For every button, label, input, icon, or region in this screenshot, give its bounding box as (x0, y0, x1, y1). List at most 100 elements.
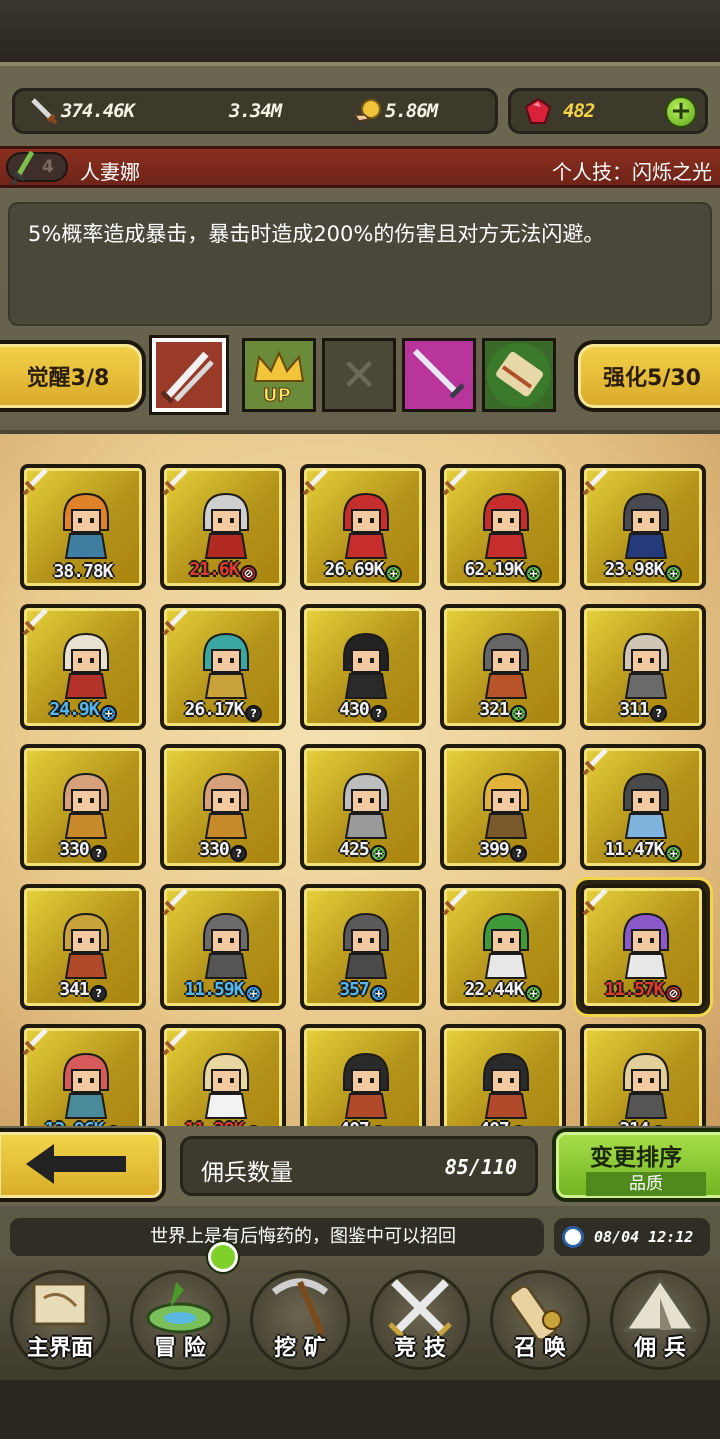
mercenary-card[interactable]: 330? (20, 744, 146, 870)
status-badge: ? (369, 705, 387, 722)
mercenary-portrait (483, 772, 529, 839)
hero-name-bar: 4 人妻娜 个人技：闪烁之光 (0, 146, 720, 188)
mercenary-card[interactable]: 11.47K + (580, 744, 706, 870)
add-gems-button[interactable]: + (665, 96, 697, 128)
sort-mode: 品质 (586, 1172, 706, 1196)
mercenary-card[interactable]: 399? (440, 744, 566, 870)
mercenary-card[interactable]: 11.29K⊘ (160, 1024, 286, 1126)
mercenary-power-value: 425 (339, 839, 369, 860)
mercenary-portrait (623, 772, 669, 839)
status-badge: ⊘ (239, 565, 257, 582)
weapon-icon (442, 888, 468, 916)
mercenary-card[interactable]: 407+ (440, 1024, 566, 1126)
mercenary-portrait (483, 1052, 529, 1119)
gem-resource: 482 (521, 91, 595, 131)
status-badge: + (664, 565, 682, 582)
mercenary-power-value: 22.44K (464, 979, 524, 1000)
status-badge: + (384, 565, 402, 582)
mercenary-portrait (623, 492, 669, 559)
mercenary-card[interactable]: 425 + (300, 744, 426, 870)
mercenary-power: 11.59K + (164, 979, 282, 1002)
nav-adventure[interactable]: 冒 险 (122, 1262, 238, 1376)
change-sort-label: 变更排序 (590, 1145, 682, 1171)
mercenary-card[interactable]: 21.6K ⊘ (160, 464, 286, 590)
mercenary-portrait (483, 492, 529, 559)
mercenary-power-value: 321 (479, 699, 509, 720)
screen-footer (0, 1380, 720, 1439)
attack-value: 374.46K (61, 100, 135, 122)
mercenary-power-value: 330 (199, 839, 229, 860)
mercenary-card[interactable]: 22.44K + (440, 884, 566, 1010)
mercenary-power-value: 430 (339, 699, 369, 720)
nav-mercenary[interactable]: 佣 兵 (602, 1262, 718, 1376)
clock-icon (562, 1226, 584, 1248)
mercenary-power-value: 11.47K (604, 839, 664, 860)
mercenary-card[interactable]: 13.96K+ (20, 1024, 146, 1126)
mercenary-power: 407+ (444, 1119, 562, 1126)
mercenary-portrait (203, 1052, 249, 1119)
mercenary-card[interactable]: 321 + (440, 604, 566, 730)
nav-mining-label: 挖 矿 (274, 1336, 326, 1361)
nav-main[interactable]: 主界面 (2, 1262, 118, 1376)
nav-adventure-label: 冒 险 (154, 1336, 206, 1361)
mercenary-card[interactable]: 311? (580, 604, 706, 730)
mercenary-card[interactable]: 26.17K? (160, 604, 286, 730)
mercenary-power: 11.47K + (584, 839, 702, 862)
mercenary-card[interactable]: 341? (20, 884, 146, 1010)
mercenary-power-value: 11.29K (184, 1119, 244, 1126)
mercenary-card[interactable]: 357 + (300, 884, 426, 1010)
equip-slot-empty[interactable]: ✕ (322, 338, 396, 412)
mercenary-power: 26.17K? (164, 699, 282, 722)
coin-hand-icon (351, 96, 385, 126)
clock-time: 08/04 12:12 (594, 1228, 694, 1246)
mercenary-power: 407+ (304, 1119, 422, 1126)
mercenary-card[interactable]: 11.57K ⊘ (576, 880, 710, 1014)
mercenary-portrait (63, 772, 109, 839)
status-badge: ⊘ (664, 985, 682, 1002)
mercenary-power-value: 357 (339, 979, 369, 1000)
mercenary-card[interactable]: 430? (300, 604, 426, 730)
mercenary-card[interactable]: 11.59K + (160, 884, 286, 1010)
nav-mining[interactable]: 挖 矿 (242, 1262, 358, 1376)
mercenary-power-value: 38.78K (53, 561, 113, 582)
mercenary-power-value: 26.69K (324, 559, 384, 580)
mercenary-power: 330? (24, 839, 142, 862)
sword-icon (27, 96, 61, 126)
equip-slot-dual-swords[interactable] (149, 335, 229, 415)
mercenary-portrait (343, 1052, 389, 1119)
nav-summon[interactable]: 召 唤 (482, 1262, 598, 1376)
mercenary-card[interactable]: 26.69K + (300, 464, 426, 590)
mercenary-power-value: 62.19K (464, 559, 524, 580)
equip-slot-crown-up[interactable]: UP (242, 338, 316, 412)
mercenary-portrait (203, 492, 249, 559)
mercenary-power-value: 311 (619, 699, 649, 720)
mercenary-card[interactable]: 407+ (300, 1024, 426, 1126)
awaken-button[interactable]: 觉醒3/8 (0, 340, 146, 412)
equip-slot-scroll[interactable] (482, 338, 556, 412)
enhance-button[interactable]: 强化5/30 (574, 340, 720, 412)
nav-arena[interactable]: 竞 技 (362, 1262, 478, 1376)
mercenary-card[interactable]: 314? (580, 1024, 706, 1126)
mercenary-power: 399? (444, 839, 562, 862)
mercenary-card[interactable]: 23.98K + (580, 464, 706, 590)
mercenary-card[interactable]: 38.78K (20, 464, 146, 590)
equip-slot-sword[interactable] (402, 338, 476, 412)
up-badge-text: UP (263, 385, 291, 406)
back-button[interactable] (0, 1128, 166, 1202)
mercenary-power: 38.78K (24, 561, 142, 582)
mercenary-card[interactable]: 330? (160, 744, 286, 870)
nav-arena-label: 竞 技 (394, 1336, 446, 1361)
mercenary-card[interactable]: 24.9K + (20, 604, 146, 730)
mercenary-portrait (63, 492, 109, 559)
mercenary-portrait (63, 912, 109, 979)
mercenary-power: 26.69K + (304, 559, 422, 582)
status-badge: + (369, 985, 387, 1002)
mercenary-card[interactable]: 62.19K + (440, 464, 566, 590)
mercenary-power: 22.44K + (444, 979, 562, 1002)
hero-level-badge: 4 (6, 150, 68, 186)
nav-mercenary-label: 佣 兵 (634, 1336, 686, 1361)
hero-name: 人妻娜 (80, 160, 140, 184)
weapon-icon (22, 468, 48, 496)
change-sort-button[interactable]: 变更排序 品质 (552, 1128, 720, 1202)
arrow-left-icon (26, 1144, 126, 1184)
